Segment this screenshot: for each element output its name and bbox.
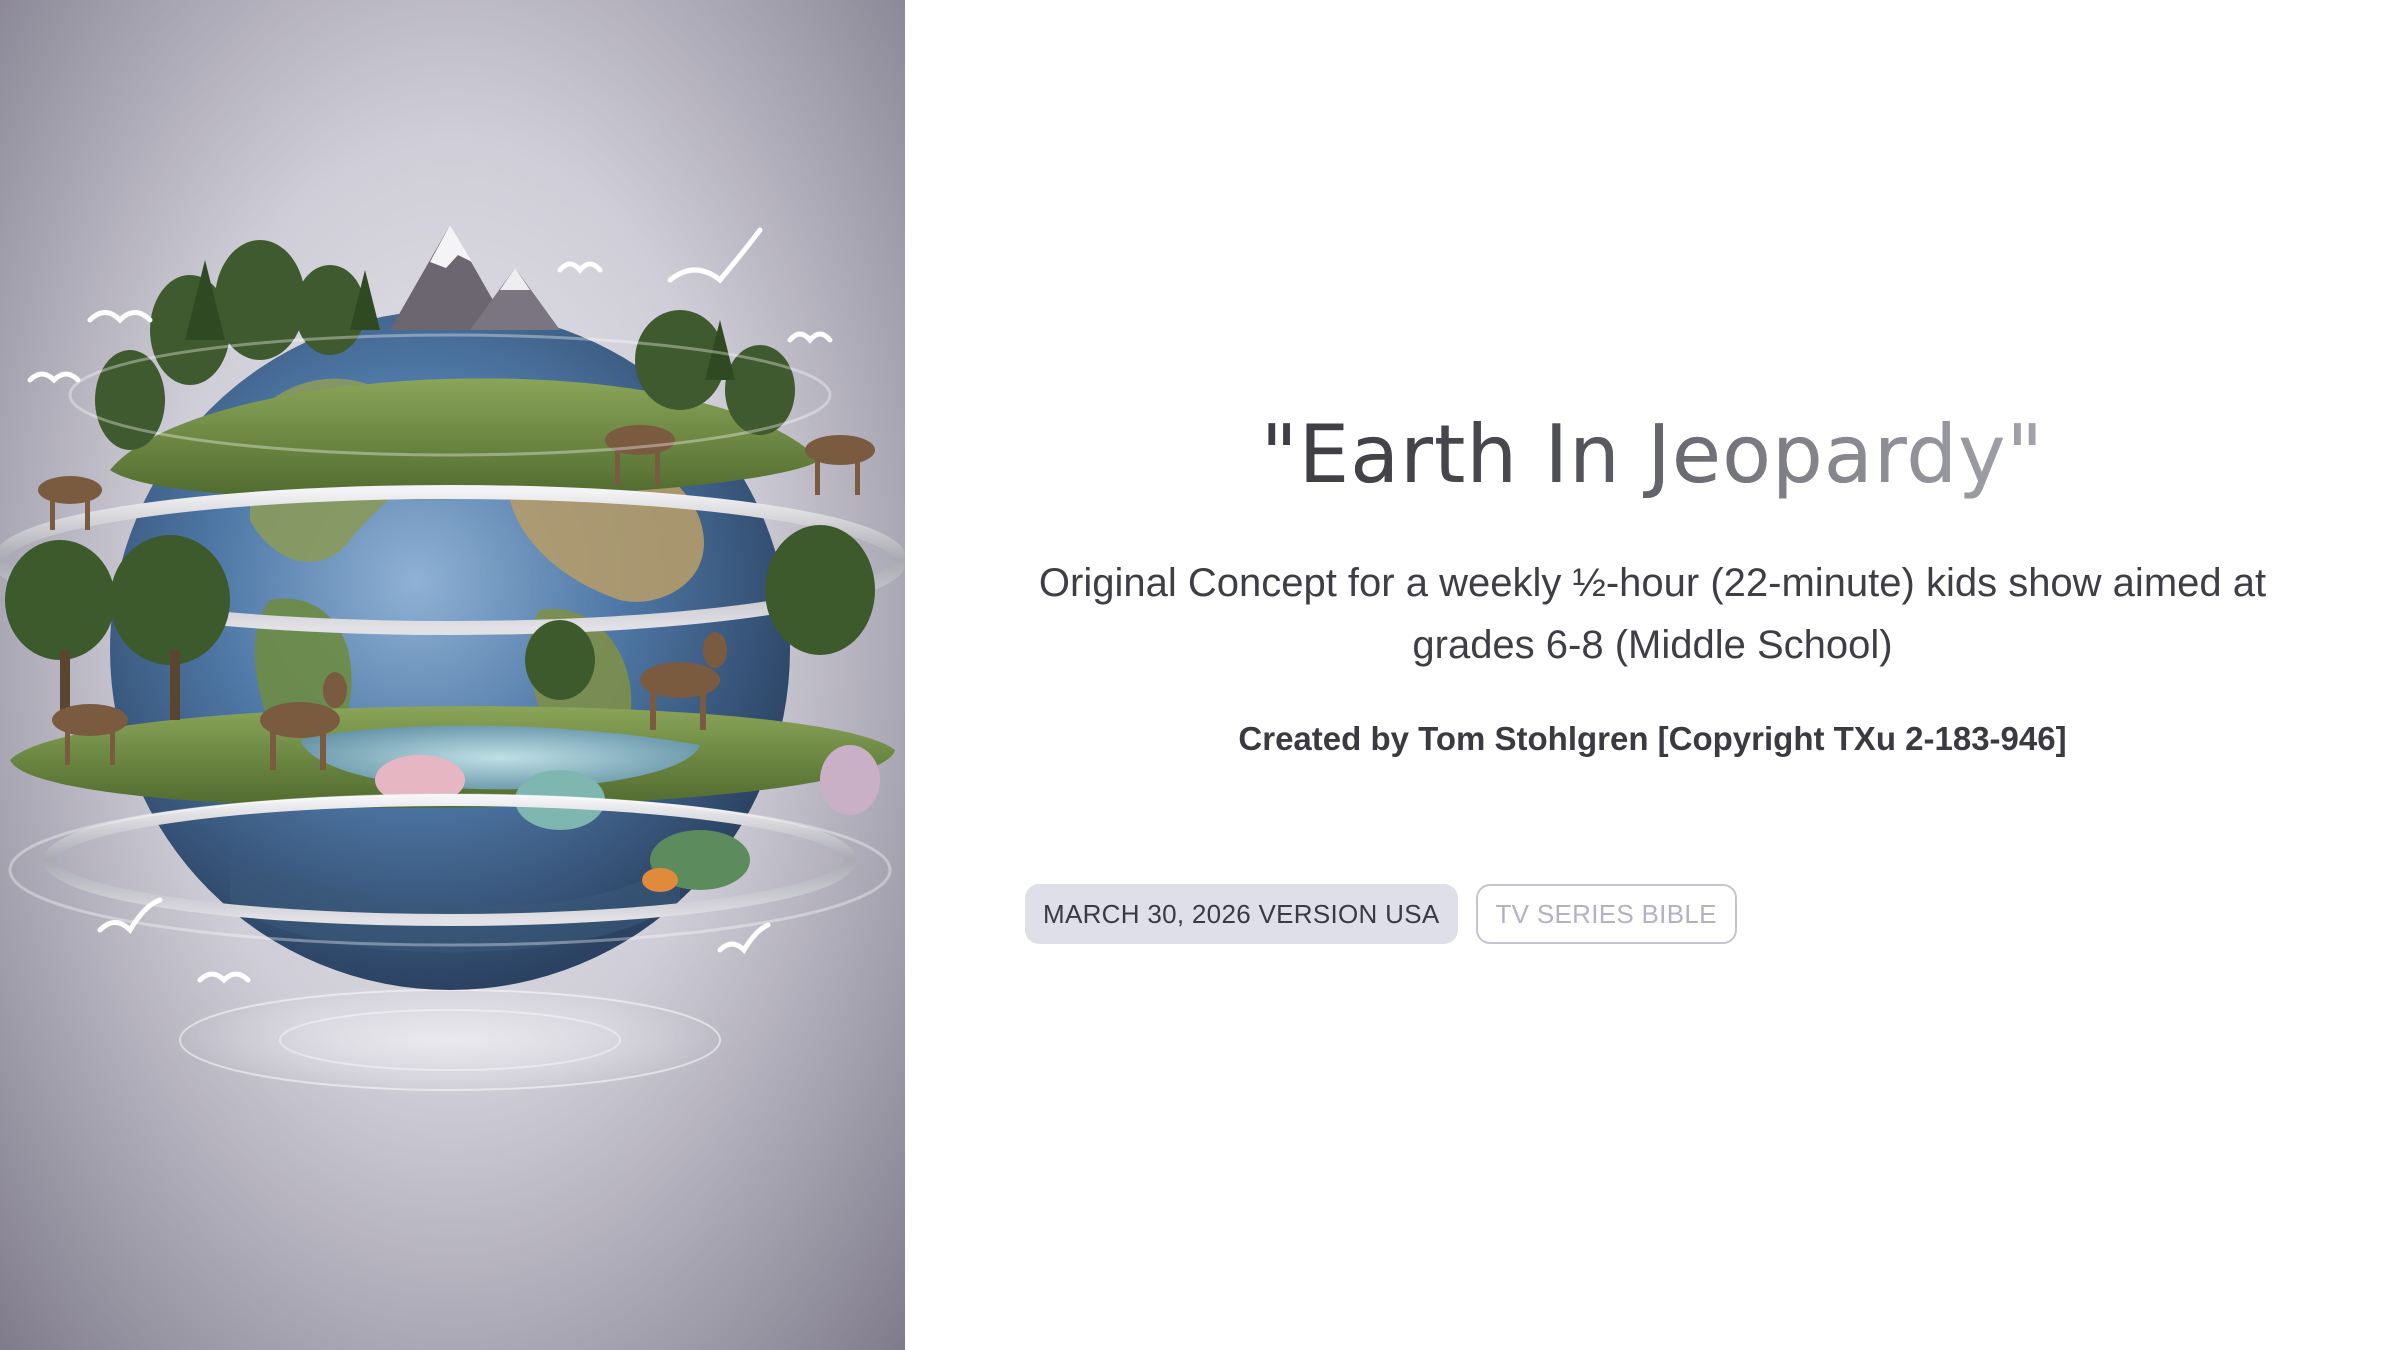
slide-title: "Earth In Jeopardy" bbox=[905, 405, 2400, 505]
slide-title-text: "Earth In Jeopardy" bbox=[1261, 405, 2044, 505]
slide-subtitle: Original Concept for a weekly ½-hour (22… bbox=[1038, 561, 2267, 667]
title-slide: "Earth In Jeopardy" Original Concept for… bbox=[0, 0, 2400, 1350]
earth-ecosystem-globe-icon bbox=[0, 225, 905, 1095]
version-date-badge: MARCH 30, 2026 VERSION USA bbox=[1025, 884, 1458, 944]
hero-image-panel bbox=[0, 0, 905, 1350]
creator-credit: Created by Tom Stohlgren [Copyright TXu … bbox=[1238, 720, 2067, 757]
title-content: "Earth In Jeopardy" Original Concept for… bbox=[905, 0, 2400, 1350]
badge-row: MARCH 30, 2026 VERSION USA TV SERIES BIB… bbox=[1025, 884, 1737, 944]
document-type-badge: TV SERIES BIBLE bbox=[1475, 884, 1737, 944]
